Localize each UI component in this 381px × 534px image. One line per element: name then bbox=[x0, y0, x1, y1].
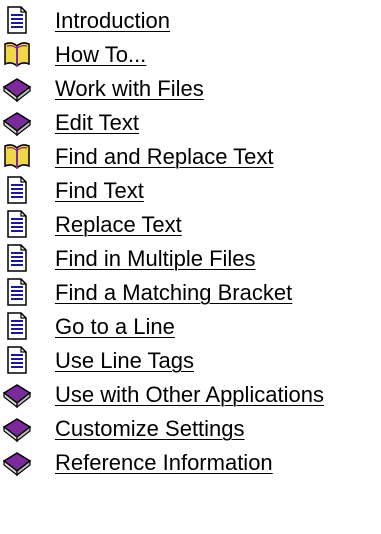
toc-item-label[interactable]: Edit Text bbox=[55, 110, 139, 136]
toc-item-label[interactable]: Introduction bbox=[55, 8, 170, 34]
open-book-icon bbox=[2, 141, 32, 171]
open-book-icon bbox=[2, 39, 32, 69]
topic-page-icon bbox=[2, 175, 32, 205]
help-contents-tree: Introduction How To... Work with Files E… bbox=[0, 0, 381, 534]
toc-item-label[interactable]: How To... bbox=[55, 42, 146, 68]
toc-item-label[interactable]: Go to a Line bbox=[55, 314, 175, 340]
toc-item-label[interactable]: Find in Multiple Files bbox=[55, 246, 256, 272]
toc-item-label[interactable]: Find and Replace Text bbox=[55, 144, 274, 170]
toc-item-label[interactable]: Work with Files bbox=[55, 76, 204, 102]
closed-book-icon bbox=[2, 447, 32, 477]
toc-item-label[interactable]: Use with Other Applications bbox=[55, 382, 324, 408]
toc-item-label[interactable]: Use Line Tags bbox=[55, 348, 194, 374]
topic-page-icon bbox=[2, 345, 32, 375]
topic-page-icon bbox=[2, 243, 32, 273]
toc-item-label[interactable]: Find Text bbox=[55, 178, 144, 204]
topic-page-icon bbox=[2, 311, 32, 341]
closed-book-icon bbox=[2, 73, 32, 103]
closed-book-icon bbox=[2, 379, 32, 409]
toc-item-label[interactable]: Replace Text bbox=[55, 212, 182, 238]
closed-book-icon bbox=[2, 107, 32, 137]
topic-page-icon bbox=[2, 209, 32, 239]
closed-book-icon bbox=[2, 413, 32, 443]
toc-item-label[interactable]: Reference Information bbox=[55, 450, 273, 476]
toc-item-label[interactable]: Find a Matching Bracket bbox=[55, 280, 292, 306]
topic-page-icon bbox=[2, 277, 32, 307]
topic-page-icon bbox=[2, 5, 32, 35]
toc-item-label[interactable]: Customize Settings bbox=[55, 416, 245, 442]
